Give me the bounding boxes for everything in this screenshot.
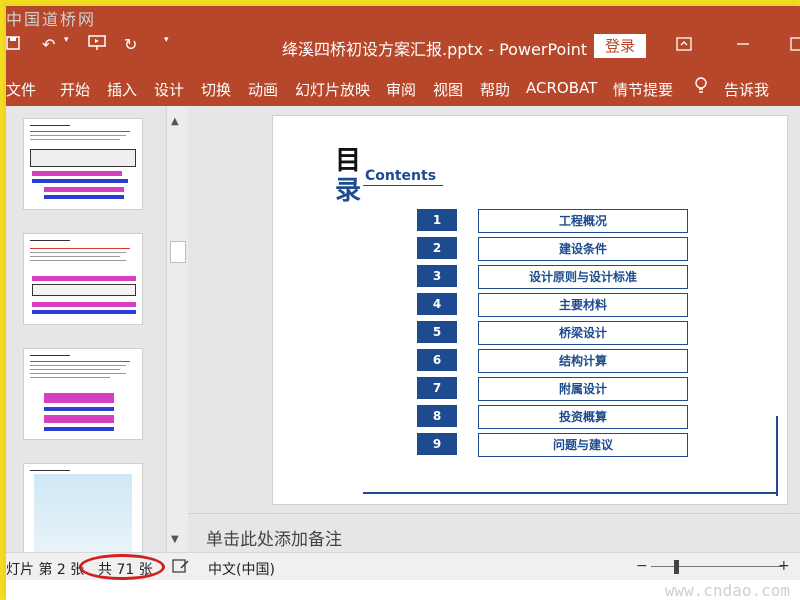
tab-design[interactable]: 设计 (154, 79, 184, 100)
bridge-photo (34, 474, 132, 552)
tab-home[interactable]: 开始 (60, 79, 90, 100)
toc-heading-en: Contents (365, 168, 437, 184)
toc-row: 5 桥梁设计 (417, 321, 689, 345)
zoom-slider-thumb[interactable] (674, 560, 679, 574)
redo-icon[interactable]: ↻ (124, 35, 137, 54)
undo-icon[interactable]: ↶ (42, 35, 55, 54)
toc-number: 7 (417, 377, 457, 399)
heading-underline (363, 185, 443, 186)
toc-label: 建设条件 (478, 237, 688, 261)
maximize-icon[interactable] (790, 36, 800, 55)
slide-thumbnail-pane (6, 106, 188, 555)
toc-number: 1 (417, 209, 457, 231)
corner-decoration (776, 416, 778, 496)
toc-row: 3 设计原则与设计标准 (417, 265, 689, 289)
toc-row: 4 主要材料 (417, 293, 689, 317)
slide-thumbnail[interactable] (23, 348, 143, 440)
toc-heading-char: 录 (335, 176, 362, 206)
slide-thumbnail[interactable] (23, 118, 143, 210)
tab-slideshow[interactable]: 幻灯片放映 (295, 79, 370, 100)
toc-row: 2 建设条件 (417, 237, 689, 261)
slide-position: 灯片 第 2 张 (6, 562, 85, 578)
zoom-out-button[interactable]: − (636, 558, 648, 574)
customize-qat-icon[interactable]: ▾ (164, 35, 169, 45)
tab-animations[interactable]: 动画 (248, 79, 278, 100)
status-bar: 灯片 第 2 张 共 71 张 中文(中国) − + (6, 552, 800, 580)
powerpoint-window: 中国道桥网 ↶ ▾ ↻ ▾ 绛溪四桥初设方案汇报.pptx - PowerPoi… (6, 6, 800, 600)
tab-tell-me[interactable]: 告诉我 (724, 79, 769, 100)
toc-number: 3 (417, 265, 457, 287)
slide-thumbnail[interactable] (23, 233, 143, 325)
tab-view[interactable]: 视图 (433, 79, 463, 100)
toc-number: 6 (417, 349, 457, 371)
window-frame: 中国道桥网 ↶ ▾ ↻ ▾ 绛溪四桥初设方案汇报.pptx - PowerPoi… (0, 0, 800, 600)
toc-label: 结构计算 (478, 349, 688, 373)
watermark-url: www.cndao.com (664, 581, 790, 600)
title-bar: 中国道桥网 ↶ ▾ ↻ ▾ 绛溪四桥初设方案汇报.pptx - PowerPoi… (6, 6, 800, 64)
zoom-in-button[interactable]: + (778, 558, 790, 574)
toc-label: 主要材料 (478, 293, 688, 317)
toc-row: 6 结构计算 (417, 349, 689, 373)
taskbar-strip: www.cndao.com (6, 580, 800, 600)
toc-label: 投资概算 (478, 405, 688, 429)
current-slide[interactable]: 目 录 Contents 1 工程概况 2 建设条件 3 设计原则与设计标准 4… (273, 116, 787, 504)
scrollbar-handle[interactable] (170, 241, 186, 263)
toc-row: 8 投资概算 (417, 405, 689, 429)
ribbon-tabs: 文件 开始 插入 设计 切换 动画 幻灯片放映 审阅 视图 帮助 ACROBAT… (6, 64, 800, 106)
spell-check-icon[interactable] (172, 558, 190, 578)
toc-label: 问题与建议 (478, 433, 688, 457)
toc-row: 1 工程概况 (417, 209, 689, 233)
toc-number: 2 (417, 237, 457, 259)
toc-label: 工程概况 (478, 209, 688, 233)
toc-number: 9 (417, 433, 457, 455)
tab-transitions[interactable]: 切换 (201, 79, 231, 100)
watermark-text: 中国道桥网 (6, 10, 97, 29)
notes-placeholder[interactable]: 单击此处添加备注 (206, 525, 342, 550)
tab-file[interactable]: 文件 (6, 79, 36, 100)
start-slideshow-icon[interactable] (88, 35, 106, 55)
toc-row: 7 附属设计 (417, 377, 689, 401)
thumbnail-scrollbar[interactable]: ▲ ▼ (166, 106, 188, 552)
login-button[interactable]: 登录 (594, 34, 646, 58)
ribbon-display-options-icon[interactable] (676, 36, 692, 55)
toc-label: 桥梁设计 (478, 321, 688, 345)
red-circle-annotation (79, 554, 165, 580)
toc-row: 9 问题与建议 (417, 433, 689, 457)
language-indicator[interactable]: 中文(中国) (208, 559, 275, 579)
toc-label: 附属设计 (478, 377, 688, 401)
tab-insert[interactable]: 插入 (107, 79, 137, 100)
tab-help[interactable]: 帮助 (480, 79, 510, 100)
minimize-icon[interactable] (736, 36, 750, 55)
lightbulb-icon[interactable] (694, 77, 708, 99)
toc-number: 8 (417, 405, 457, 427)
tab-review[interactable]: 审阅 (386, 79, 416, 100)
toc-number: 4 (417, 293, 457, 315)
undo-dropdown-icon[interactable]: ▾ (64, 35, 69, 45)
save-icon[interactable] (6, 35, 20, 54)
toc-number: 5 (417, 321, 457, 343)
tab-acrobat[interactable]: ACROBAT (526, 79, 597, 97)
scroll-up-icon[interactable]: ▲ (171, 116, 179, 127)
window-title: 绛溪四桥初设方案汇报.pptx - PowerPoint (282, 40, 588, 59)
toc-label: 设计原则与设计标准 (478, 265, 688, 289)
scroll-down-icon[interactable]: ▼ (171, 534, 179, 545)
bottom-rule-decoration (363, 492, 777, 494)
slide-thumbnail[interactable] (23, 463, 143, 555)
tab-storyboarding[interactable]: 情节提要 (613, 79, 673, 100)
notes-pane[interactable]: 单击此处添加备注 (188, 513, 800, 552)
zoom-slider[interactable] (651, 566, 783, 567)
